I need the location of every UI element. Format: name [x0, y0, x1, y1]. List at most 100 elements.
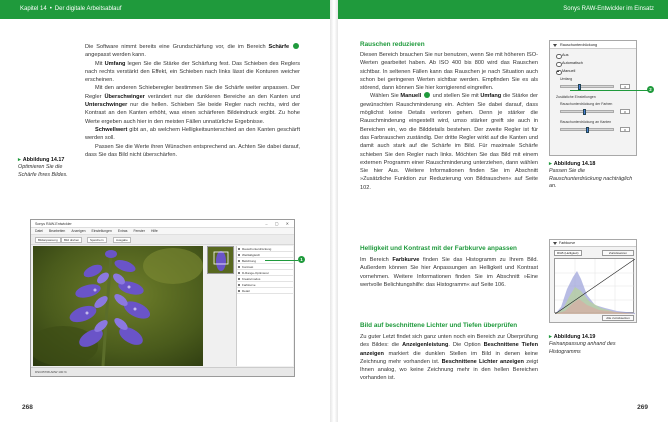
slider-farben-knob[interactable] — [582, 109, 586, 115]
menu-item[interactable]: Einstellungen — [91, 229, 111, 233]
radio-aus[interactable]: Aus — [556, 53, 569, 59]
callout-line-2 — [570, 90, 648, 91]
bold-term: Schärfe — [268, 44, 290, 50]
figure-label-19: Abbildung 14.19 — [549, 334, 639, 341]
text-run: Wählen Sie — [370, 93, 401, 100]
paragraph: Passen Sie die Werte ihren Wünschen ents… — [85, 143, 300, 160]
histogram-plot[interactable] — [554, 258, 636, 315]
noise-reduction-dialog: Rauschunterdrückung Aus Automatisch Manu… — [549, 40, 637, 156]
bold-term: Schwellwert — [95, 126, 128, 133]
window-controls[interactable]: – ▢ ✕ — [265, 220, 292, 228]
heading-farbkurve: Helligkeit und Kontrast mit der Farbkurv… — [360, 245, 517, 252]
label-zusaetzlich: Zusätzliche Einstellungen — [556, 95, 596, 99]
paragraph: Zu guter Letzt findet sich ganz unten no… — [360, 333, 538, 383]
callout-marker — [292, 43, 299, 49]
toolbar-button[interactable]: Bildanpassung — [35, 237, 61, 243]
text-run: Im Bereich — [360, 257, 393, 263]
app-statusbar: DSC05768.ARW 100 % — [31, 367, 294, 376]
toolbar-button[interactable]: Bild drehen — [61, 237, 83, 243]
bold-term: Anzeigenleistung — [402, 342, 449, 349]
radio-automatisch[interactable]: Automatisch — [556, 61, 583, 67]
bold-term: Umfang — [104, 60, 126, 67]
figure-description-19: Feinanpassung anhand des Histogramms — [549, 341, 616, 355]
flower-image — [33, 246, 203, 366]
menu-item[interactable]: Hilfe — [151, 229, 158, 233]
chapter-number: Kapitel 14 — [20, 6, 47, 12]
panel-section-row[interactable]: Detail — [237, 288, 293, 294]
toolbar-button[interactable]: Ausgabe — [113, 237, 131, 243]
app-toolbar: Bildanpassung Bild drehen Speichern Ausgabe — [31, 235, 294, 245]
figure-description-18: Passen Sie die Rauschunterdrückung nacht… — [549, 168, 633, 190]
menu-item[interactable]: Fenster — [133, 229, 145, 233]
app-titlebar: Sonys RAW-Entwickler – ▢ ✕ — [31, 220, 294, 228]
reset-button[interactable]: Zurücksetzen — [602, 250, 634, 256]
text-run: Mit — [95, 60, 105, 67]
navigator-thumbnail[interactable] — [207, 246, 234, 274]
figure-caption-14-17: Abbildung 14.17 Optimieren Sie die Schär… — [18, 157, 76, 179]
radio-manuell[interactable]: Manuell — [556, 69, 575, 75]
paragraph: Im Bereich Farbkurve finden Sie das Hist… — [360, 256, 538, 289]
noise-dialog-title: Rauschunterdrückung — [550, 41, 636, 49]
figure-caption-14-19: Abbildung 14.19 Feinanpassung anhand des… — [549, 334, 639, 356]
text-run: angepasst werden kann. — [85, 52, 146, 59]
callout-badge-2: 2 — [647, 86, 654, 93]
chapter-title: Der digitale Arbeitsablauf — [54, 6, 122, 12]
spin-umfang[interactable]: 3 — [620, 84, 630, 89]
header-title: Sonys RAW-Entwickler im Einsatz — [563, 6, 654, 12]
spin-farben[interactable]: 0 — [620, 109, 630, 114]
spin-kanten[interactable]: 0 — [620, 127, 630, 132]
histogram-curve — [554, 258, 636, 315]
menu-item[interactable]: Bearbeiten — [49, 229, 65, 233]
callout-badge-1: 1 — [298, 256, 305, 263]
figure-label-18: Abbildung 14.18 — [549, 161, 639, 168]
text-run: die Stärke der gewünschten Rauschminderu… — [360, 93, 538, 191]
left-body-text: Die Software nimmt bereits eine Grundsch… — [85, 43, 300, 159]
page-number-left: 268 — [22, 404, 33, 411]
paragraph: Schwellwert gibt an, ab welchem Helligke… — [85, 126, 300, 143]
right-page: Sonys RAW-Entwickler im Einsatz Rauschen… — [338, 0, 668, 422]
bold-term: Farbkurve — [392, 257, 420, 263]
section-beschnitt-text: Zu guter Letzt findet sich ganz unten no… — [360, 333, 538, 383]
menu-item[interactable]: Anzeigen — [71, 229, 85, 233]
paragraph: Mit den anderen Schieberegler bestimmen … — [85, 84, 300, 125]
app-title: Sonys RAW-Entwickler — [35, 222, 72, 226]
menu-item[interactable]: Extras — [118, 229, 128, 233]
label-umfang: Umfang — [560, 77, 573, 81]
slider-farben[interactable] — [560, 109, 614, 115]
color-curve-dialog: Farbkurve RGB (Helligkeit) Zurücksetzen … — [549, 239, 637, 323]
menu-item[interactable]: Datei — [35, 229, 43, 233]
text-run — [289, 44, 292, 50]
slider-kanten[interactable] — [560, 127, 614, 133]
callout-marker — [423, 92, 430, 99]
bold-term: Umfang — [480, 93, 502, 100]
section-rauschen-text: Diesen Bereich brauchen Sie nur benutzen… — [360, 51, 538, 192]
app-menubar: Datei Bearbeiten Anzeigen Einstellungen Extr… — [31, 228, 294, 235]
text-run — [421, 93, 423, 99]
figure-label: Abbildung 14.17 — [18, 157, 76, 164]
adjustment-panel: Rauschunterdrückung Weißabgleich Belichtun… — [236, 246, 293, 366]
paragraph: Mit Umfang legen Sie die Stärke der Schä… — [85, 60, 300, 85]
paragraph: Wählen Sie Manuell und stellen Sie mit U… — [360, 92, 538, 192]
text-run: Die Software nimmt bereits eine Grundsch… — [85, 44, 269, 50]
section-header: Sonys RAW-Entwickler im Einsatz — [338, 0, 668, 19]
bold-term: Manuell — [400, 93, 422, 100]
figure-caption-14-18: Abbildung 14.18 Passen Sie die Rauschunt… — [549, 161, 639, 191]
text-run: . Die Option — [448, 342, 484, 349]
heading-beschnitt: Bild auf beschnittene Lichter und Tiefen… — [360, 322, 518, 329]
bold-term: Unterschwinger — [85, 102, 128, 109]
section-farbkurve-text: Im Bereich Farbkurve finden Sie das Hist… — [360, 256, 538, 289]
raw-developer-screenshot: Sonys RAW-Entwickler – ▢ ✕ Datei Bearbeit… — [30, 219, 295, 377]
slider-kanten-knob[interactable] — [585, 127, 589, 133]
slider-umfang[interactable] — [560, 84, 614, 90]
flower-photo — [33, 246, 203, 366]
channel-select[interactable]: RGB (Helligkeit) — [554, 250, 582, 256]
heading-rauschen: Rauschen reduzieren — [360, 41, 425, 48]
chapter-header: Kapitel 14 • Der digitale Arbeitsablauf — [0, 0, 330, 19]
text-run: Diesen Bereich brauchen Sie nur benutzen… — [360, 52, 538, 92]
callout-line-1 — [265, 260, 298, 261]
reset-all-button[interactable]: Alle zurücksetzen — [602, 315, 634, 321]
curve-dialog-title: Farbkurve — [550, 240, 636, 247]
toolbar-button[interactable]: Speichern — [87, 237, 107, 243]
paragraph: Diesen Bereich brauchen Sie nur benutzen… — [360, 51, 538, 92]
text-run: verändert nur die dunkleren Bereiche an … — [144, 93, 300, 100]
